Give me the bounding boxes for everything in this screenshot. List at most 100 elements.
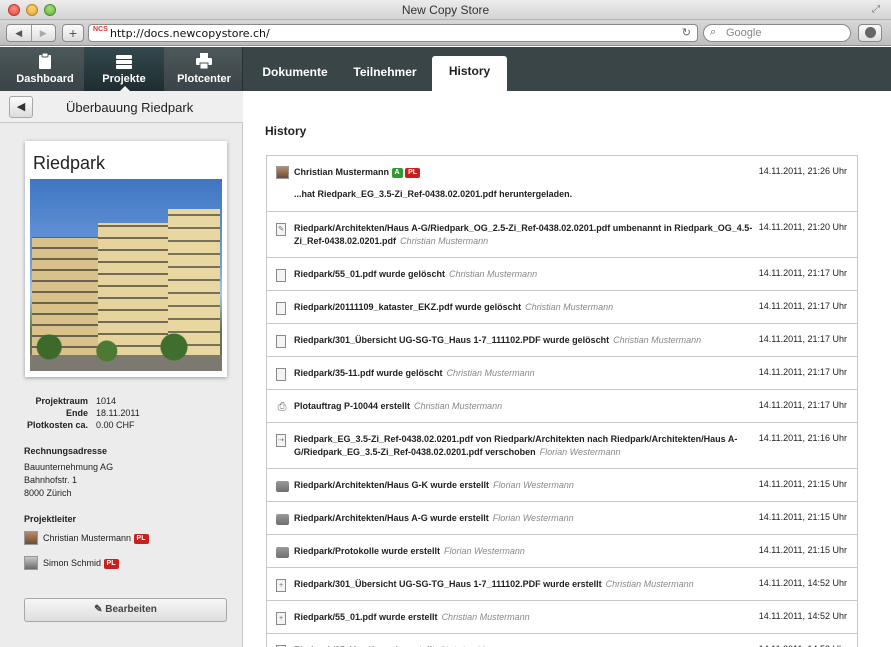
- document-add-icon: +: [276, 579, 286, 592]
- billing-line: Bahnhofstr. 1: [24, 475, 78, 485]
- stack-icon: [116, 55, 132, 69]
- history-text: Riedpark/301_Übersicht UG-SG-TG_Haus 1-7…: [294, 324, 754, 356]
- back-arrow-icon[interactable]: ◀: [7, 25, 31, 41]
- history-row[interactable]: Riedpark/35-11.pdf wurde gelöscht Christi…: [267, 357, 857, 390]
- history-list: Christian Mustermann A PL ...hat Riedpark…: [266, 155, 858, 647]
- history-author: Florian Westermann: [493, 480, 574, 490]
- meta-value: 18.11.2011: [96, 408, 140, 418]
- history-date: 14.11.2011, 21:17 Uhr: [758, 367, 847, 377]
- history-text: Riedpark/Architekten/Haus A-G/Riedpark_O…: [294, 212, 754, 257]
- sidebar-title: Überbauung Riedpark: [66, 100, 194, 115]
- avatar: [24, 531, 38, 545]
- search-field[interactable]: ⌕ Google: [703, 24, 851, 42]
- history-text: Plotauftrag P-10044 erstellt Christian Mu…: [294, 390, 754, 422]
- main-content: History Christian Mustermann A PL ...hat …: [244, 91, 891, 647]
- leader-name: Christian Mustermann: [43, 533, 132, 543]
- document-add-icon: +: [276, 612, 286, 625]
- back-button[interactable]: ◀: [9, 96, 33, 118]
- history-text: Riedpark/35-11.pdf wurde gelöscht Christi…: [294, 357, 754, 389]
- project-name: Riedpark: [33, 153, 106, 173]
- history-author: Christian Mustermann: [613, 335, 702, 345]
- history-date: 14.11.2011, 21:26 Uhr: [758, 166, 847, 176]
- reload-icon[interactable]: ↻: [682, 26, 691, 39]
- leader-item[interactable]: Simon Schmid PL: [24, 556, 224, 572]
- billing-line: 8000 Zürich: [24, 488, 72, 498]
- window-titlebar: New Copy Store ⤢: [0, 0, 891, 20]
- history-row[interactable]: Riedpark/Architekten/Haus G-K wurde erst…: [267, 469, 857, 502]
- edit-label: Bearbeiten: [105, 604, 157, 615]
- address-bar[interactable]: NCS http://docs.newcopystore.ch/ ↻: [88, 24, 698, 42]
- leader-item[interactable]: Christian Mustermann PL: [24, 531, 224, 547]
- history-date: 14.11.2011, 14:52 Uhr: [758, 578, 847, 588]
- history-author: Christian Mustermann: [414, 401, 503, 411]
- billing-title: Rechnungsadresse: [24, 446, 108, 456]
- bookmarks-button[interactable]: [858, 24, 882, 42]
- pl-badge: PL: [103, 558, 119, 569]
- tab-dokumente[interactable]: Dokumente: [255, 57, 335, 91]
- document-move-icon: ⇢: [276, 434, 286, 447]
- meta-label: Plotkosten ca.: [26, 420, 88, 430]
- history-row[interactable]: ⇢ Riedpark_EG_3.5-Zi_Ref-0438.02.0201.pdf…: [267, 423, 857, 469]
- meta-value: 0.00 CHF: [96, 420, 135, 430]
- history-author: Christian Mustermann: [449, 269, 538, 279]
- history-row[interactable]: ✎ Riedpark/Architekten/Haus A-G/Riedpark_…: [267, 212, 857, 258]
- history-author: Florian Westermann: [444, 546, 525, 556]
- tab-teilnehmer[interactable]: Teilnehmer: [348, 57, 422, 91]
- nav-projekte[interactable]: Projekte: [84, 47, 164, 91]
- history-message: Riedpark/Architekten/Haus G-K wurde erst…: [294, 480, 490, 490]
- history-message: Riedpark/301_Übersicht UG-SG-TG_Haus 1-7…: [294, 335, 610, 345]
- history-message: Riedpark_EG_3.5-Zi_Ref-0438.02.0201.pdf …: [294, 434, 738, 457]
- history-text: Riedpark/Architekten/Haus A-G wurde erst…: [294, 502, 754, 534]
- history-date: 14.11.2011, 21:17 Uhr: [758, 268, 847, 278]
- history-row[interactable]: Riedpark/55_01.pdf wurde gelöscht Christi…: [267, 258, 857, 291]
- nav-plotcenter-label: Plotcenter: [177, 73, 231, 85]
- circle-icon: [865, 27, 876, 38]
- history-text: Riedpark/Protokolle wurde erstellt Floria…: [294, 535, 754, 567]
- history-row[interactable]: ⎙ Plotauftrag P-10044 erstellt Christian M…: [267, 390, 857, 423]
- history-text: Riedpark/55_01.pdf wurde erstellt Christi…: [294, 601, 754, 633]
- pl-badge: PL: [405, 167, 421, 178]
- add-bookmark-button[interactable]: +: [62, 24, 84, 42]
- history-row[interactable]: Riedpark/Protokolle wurde erstellt Floria…: [267, 535, 857, 568]
- meta-label: Projektraum: [35, 396, 88, 406]
- history-message: Riedpark/35-11.pdf wurde gelöscht: [294, 368, 443, 378]
- history-author: Florian Westermann: [539, 447, 621, 457]
- history-row[interactable]: +Riedpark/35-11.pdf wurde erstelltChrist…: [267, 634, 857, 647]
- browser-toolbar: ◀ ▶ + NCS http://docs.newcopystore.ch/ ↻…: [0, 20, 891, 46]
- folder-add-icon: [276, 514, 289, 525]
- history-row[interactable]: Riedpark/Architekten/Haus A-G wurde erst…: [267, 502, 857, 535]
- meta-label: Ende: [65, 408, 88, 418]
- tab-history[interactable]: History: [432, 56, 507, 91]
- history-row[interactable]: + Riedpark/55_01.pdf wurde erstellt Christ…: [267, 601, 857, 634]
- url-text[interactable]: http://docs.newcopystore.ch/: [110, 27, 270, 40]
- history-row[interactable]: + Riedpark/301_Übersicht UG-SG-TG_Haus 1-…: [267, 568, 857, 601]
- history-row[interactable]: Riedpark/20111109_kataster_EKZ.pdf wurde…: [267, 291, 857, 324]
- history-text: Riedpark/301_Übersicht UG-SG-TG_Haus 1-7…: [294, 568, 754, 600]
- app-navigation: Dashboard Projekte Plotcenter Dokumente …: [0, 47, 891, 91]
- history-message: Riedpark/Protokolle wurde erstellt: [294, 546, 441, 556]
- history-message: Riedpark/55_01.pdf wurde gelöscht: [294, 269, 446, 279]
- history-date: 14.11.2011, 21:20 Uhr: [758, 222, 847, 232]
- printer-icon: [196, 53, 212, 69]
- edit-button[interactable]: ✎ Bearbeiten: [24, 598, 227, 622]
- project-card: Riedpark: [25, 141, 227, 377]
- history-text: Christian Mustermann A PL ...hat Riedpark…: [294, 156, 754, 211]
- project-image: [30, 179, 222, 371]
- clipboard-icon: [39, 53, 51, 69]
- history-row[interactable]: Christian Mustermann A PL ...hat Riedpark…: [267, 156, 857, 212]
- history-row[interactable]: Riedpark/301_Übersicht UG-SG-TG_Haus 1-7…: [267, 324, 857, 357]
- nav-dashboard[interactable]: Dashboard: [8, 47, 82, 91]
- nav-plotcenter[interactable]: Plotcenter: [166, 47, 242, 91]
- history-author: Christian Mustermann: [605, 579, 694, 589]
- meta-value: 1014: [96, 396, 117, 406]
- history-text: Riedpark_EG_3.5-Zi_Ref-0438.02.0201.pdf …: [294, 423, 754, 468]
- fullscreen-icon[interactable]: ⤢: [872, 4, 883, 15]
- main-nav: Dashboard Projekte Plotcenter: [0, 47, 243, 91]
- history-user[interactable]: Christian Mustermann: [294, 167, 389, 177]
- document-delete-icon: [276, 302, 286, 315]
- history-message: Riedpark/Architekten/Haus A-G/Riedpark_O…: [294, 223, 753, 246]
- history-date: 14.11.2011, 21:16 Uhr: [758, 433, 847, 443]
- forward-arrow-icon[interactable]: ▶: [30, 25, 56, 41]
- history-message: Plotauftrag P-10044 erstellt: [294, 401, 411, 411]
- document-delete-icon: [276, 368, 286, 381]
